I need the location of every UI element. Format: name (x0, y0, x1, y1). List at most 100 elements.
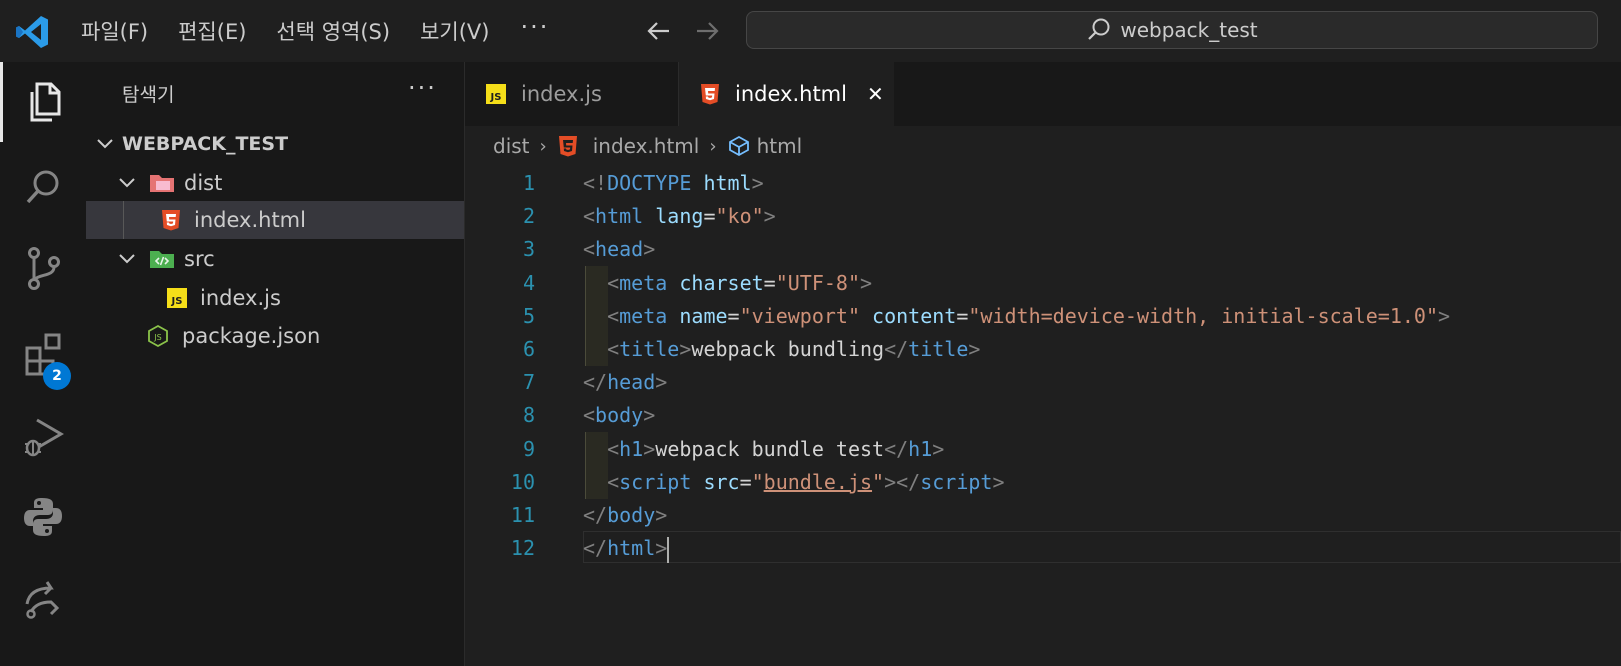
search-icon (26, 170, 59, 204)
search-activity[interactable] (0, 148, 86, 228)
breadcrumb-folder[interactable]: dist (493, 134, 530, 158)
back-arrow-icon[interactable] (642, 14, 676, 48)
editor-tabs: JS index.js index.html ✕ (465, 62, 1621, 126)
tab-label: index.js (521, 82, 602, 106)
code-token: head (607, 370, 656, 395)
menu-file[interactable]: 파일(F) (66, 16, 163, 46)
tree-item-index-js[interactable]: JS index.js (86, 279, 464, 317)
tree-root-label: WEBPACK_TEST (122, 133, 289, 155)
code-token: > (860, 270, 873, 295)
code-text: </body> (583, 498, 667, 532)
code-token: > (643, 403, 656, 428)
line-number: 9 (522, 436, 535, 461)
explorer-activity[interactable] (0, 62, 86, 142)
tree-item-src[interactable]: src (86, 240, 464, 278)
code-token: < (607, 270, 620, 295)
menu-more-button[interactable]: ··· (504, 13, 565, 41)
chevron-right-icon: › (539, 135, 547, 157)
code-line[interactable]: 5 <meta name="viewport" content="width=d… (465, 298, 1621, 333)
code-line[interactable]: 12 </html> (465, 531, 1621, 565)
menu-selection[interactable]: 선택 영역(S) (261, 16, 405, 46)
code-text: <html lang="ko"> (583, 199, 776, 233)
js-file-icon: JS (486, 84, 506, 104)
nodejs-json-icon: JS (148, 324, 168, 348)
tree-item-package-json[interactable]: JS package.json (86, 317, 464, 355)
code-line[interactable]: 10 <script src="bundle.js"></script> (465, 464, 1621, 499)
tree-root-webpack-test[interactable]: WEBPACK_TEST (86, 125, 464, 163)
code-token: script (920, 469, 993, 494)
svg-text:JS: JS (153, 333, 161, 342)
code-text: </head> (583, 365, 667, 399)
tree-item-dist[interactable]: dist (86, 164, 464, 202)
extensions-badge: 2 (43, 362, 71, 390)
code-line[interactable]: 8 <body> (465, 398, 1621, 432)
code-token: > (655, 503, 668, 527)
tab-index-html[interactable]: index.html ✕ (679, 62, 894, 126)
run-debug-activity[interactable] (0, 396, 86, 476)
line-number: 8 (522, 403, 535, 428)
code-token: > (655, 370, 668, 395)
code-token: < (607, 469, 620, 494)
source-control-activity[interactable] (0, 228, 86, 308)
code-text: </html> (583, 531, 670, 565)
menu-view[interactable]: 보기(V) (405, 16, 504, 46)
indent-guide (123, 201, 124, 239)
code-text: <head> (583, 232, 655, 266)
tab-label: index.html (735, 82, 847, 106)
code-text: <meta name="viewport" content="width=dev… (583, 299, 1450, 333)
command-center-search[interactable]: webpack_test (746, 11, 1598, 49)
code-line[interactable]: 3 <head> (465, 232, 1621, 266)
code-token: src (703, 469, 740, 494)
code-token: </ (884, 337, 909, 361)
code-token: "ko" (715, 204, 764, 229)
breadcrumb-symbol[interactable]: html (757, 134, 803, 158)
chevron-down-icon (119, 254, 135, 264)
js-file-icon: JS (167, 288, 187, 308)
code-editor[interactable]: 1 <!DOCTYPE html> 2 <html lang="ko"> 3 <head>… (465, 166, 1621, 666)
python-activity[interactable] (0, 476, 86, 556)
code-line[interactable]: 11 </body> (465, 498, 1621, 532)
code-token: = (763, 270, 776, 295)
dist-folder-icon (150, 175, 174, 192)
tree-item-index-html[interactable]: index.html (86, 201, 464, 239)
remote-activity[interactable] (0, 558, 86, 638)
code-line[interactable]: 2 <html lang="ko"> (465, 199, 1621, 233)
code-token: </ (884, 436, 909, 461)
chevron-down-icon (97, 139, 113, 149)
breadcrumb-file[interactable]: index.html (593, 134, 700, 158)
extensions-activity[interactable] (0, 314, 86, 394)
code-token: > (968, 337, 981, 361)
code-line[interactable]: 7 </head> (465, 365, 1621, 399)
vscode-logo-icon (16, 16, 48, 48)
code-line[interactable]: 9 <h1>webpack bundle test</h1> (465, 431, 1621, 466)
code-token: > (884, 469, 897, 494)
code-token: </ (583, 536, 608, 561)
line-number: 6 (522, 337, 535, 361)
code-line[interactable]: 1 <!DOCTYPE html> (465, 166, 1621, 200)
code-token: DOCTYPE (607, 171, 692, 195)
code-token: < (583, 403, 596, 428)
code-line[interactable]: 4 <meta charset="UTF-8"> (465, 265, 1621, 300)
line-number: 11 (510, 503, 535, 527)
code-token: > (932, 436, 945, 461)
explorer-more-button[interactable]: ··· (408, 74, 437, 102)
code-token: < (607, 303, 620, 328)
code-text: <!DOCTYPE html> (583, 166, 764, 200)
code-text: <script src="bundle.js"></script> (583, 465, 1005, 499)
code-token: > (751, 171, 764, 195)
tab-index-js[interactable]: JS index.js (465, 62, 679, 126)
code-token: h1 (908, 436, 933, 461)
code-token: lang (655, 204, 704, 229)
code-token: head (595, 237, 644, 262)
code-token: </ (583, 370, 608, 395)
code-line[interactable]: 6 <title>webpack bundling</title> (465, 332, 1621, 366)
code-token: html (595, 204, 644, 229)
explorer-title: 탐색기 (122, 84, 175, 106)
forward-arrow-icon[interactable] (690, 14, 724, 48)
code-token: " (751, 469, 764, 494)
code-token: > (992, 469, 1005, 494)
menu-edit[interactable]: 편집(E) (163, 16, 261, 46)
chevron-down-icon (119, 178, 135, 188)
close-tab-icon[interactable]: ✕ (867, 82, 884, 106)
